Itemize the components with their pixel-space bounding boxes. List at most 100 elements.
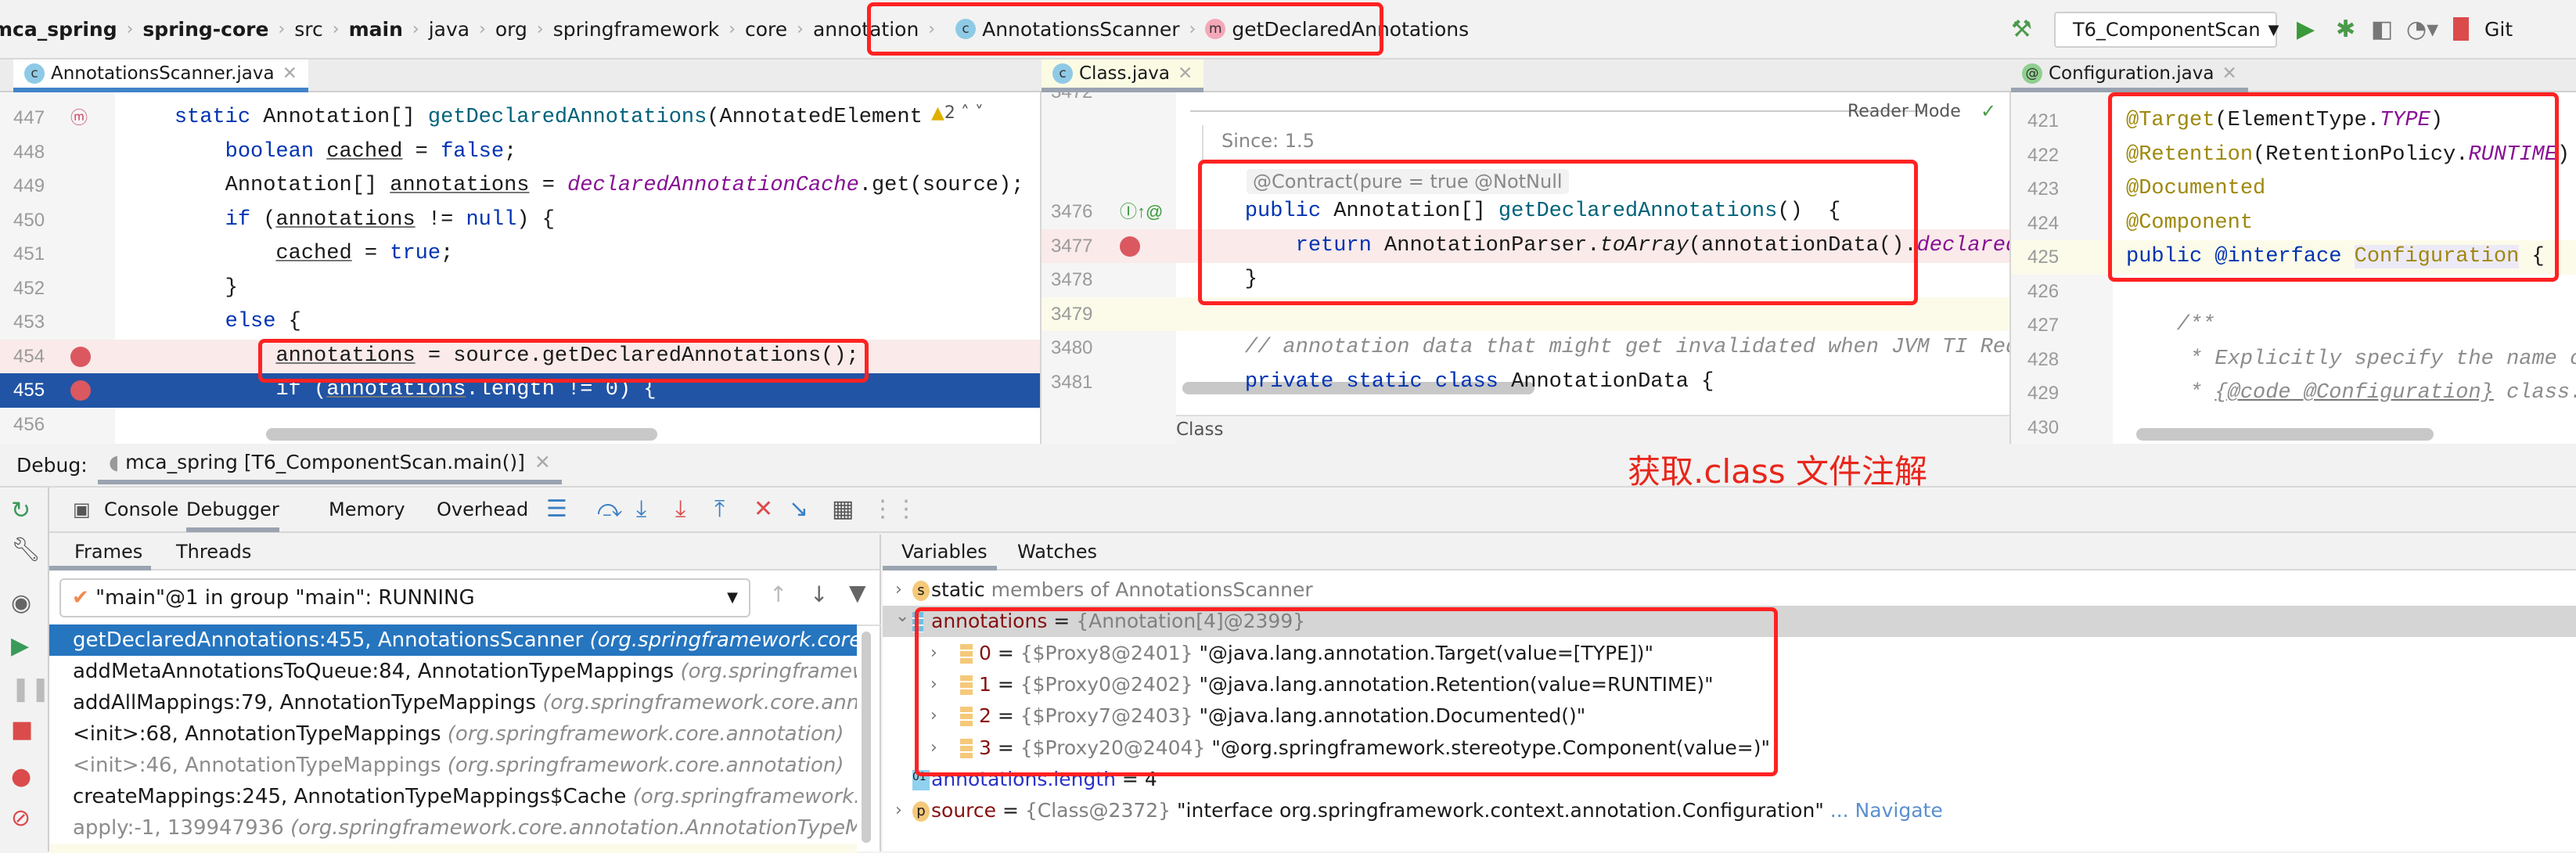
code-line[interactable]: 455 if (annotations.length != 0) {	[0, 373, 1040, 408]
code-line[interactable]: 422 @Retention(RetentionPolicy.RUNTIME)	[2011, 139, 2576, 173]
wrench-icon[interactable]: 🔧︎	[11, 536, 41, 563]
code-line[interactable]: 3476 Ⓘ↑@ public Annotation[] getDeclaredA…	[1042, 195, 2009, 229]
code-line[interactable]: 425 public @interface Configuration {	[2011, 240, 2576, 275]
show-execution-point-icon[interactable]: ☰	[546, 495, 567, 523]
frame-item[interactable]: <init>:68, AnnotationTypeMappings (org.s…	[49, 718, 857, 750]
close-icon[interactable]: ✕	[282, 63, 297, 84]
previous-frame-icon[interactable]: ↑	[769, 581, 787, 607]
breadcrumb-item[interactable]: spring-core	[142, 18, 268, 41]
pause-icon[interactable]: ❚❚	[11, 675, 50, 703]
breadcrumb-item[interactable]: core	[745, 18, 787, 41]
frame-item[interactable]: createMappings:245, AnnotationTypeMappin…	[49, 781, 857, 812]
breadcrumb-item[interactable]: org	[495, 18, 527, 41]
breadcrumb-item[interactable]: src	[294, 18, 323, 41]
rerun-icon[interactable]: ↻	[11, 497, 31, 524]
frame-item[interactable]: addAllMappings:79, AnnotationTypeMapping…	[49, 687, 857, 718]
tab-threads[interactable]: Threads	[176, 541, 251, 563]
view-eye-icon[interactable]: ◉	[11, 589, 31, 617]
implemented-method-icon[interactable]: Ⓘ↑@	[1120, 195, 1163, 229]
debug-session-tab[interactable]: ◖ mca_spring [T6_ComponentScan.main()] ✕	[98, 444, 562, 484]
build-hammer-icon[interactable]: ⚒	[2011, 14, 2032, 45]
force-step-into-icon[interactable]: ⤓	[675, 495, 685, 523]
breadcrumb-item[interactable]: annotation	[813, 18, 919, 41]
close-icon[interactable]: ✕	[534, 451, 551, 473]
stop-icon[interactable]: ■	[11, 716, 33, 743]
breadcrumb-item[interactable]: springframework	[553, 18, 719, 41]
drop-frame-icon[interactable]: ✕	[754, 495, 773, 523]
variable-row[interactable]: › 3 = {$Proxy20@2404} "@org.springframewo…	[883, 732, 2576, 764]
breadcrumb-method[interactable]: m getDeclaredAnnotations	[1205, 18, 1469, 41]
chevron-right-icon[interactable]: ›	[930, 732, 937, 764]
step-out-icon[interactable]: ⤒	[714, 495, 725, 523]
tab-variables[interactable]: Variables	[883, 534, 997, 570]
next-frame-icon[interactable]: ↓	[810, 581, 828, 607]
frame-item[interactable]: addMetaAnnotationsToQueue:84, Annotation…	[49, 656, 857, 687]
code-line[interactable]: 3481 private static class AnnotationData…	[1042, 365, 2009, 400]
editor-annotationsscanner[interactable]: ▲2 ˄ ˅ 447 ⓜ static Annotation[] getDecla…	[0, 92, 1042, 444]
code-line[interactable]: 3478 }	[1042, 263, 2009, 297]
code-line[interactable]: 452 }	[0, 272, 1040, 306]
step-into-icon[interactable]: ⤓	[636, 495, 646, 523]
breadcrumb-class[interactable]: c AnnotationsScanner	[955, 18, 1180, 41]
evaluate-expression-icon[interactable]: ▦	[832, 495, 854, 523]
breakpoint-icon[interactable]	[70, 380, 91, 401]
trace-icon[interactable]: ⋮⋮	[871, 495, 918, 523]
view-breakpoints-icon[interactable]: ●	[11, 763, 31, 790]
frame-item[interactable]: apply:-1, 139947936 (org.springframework…	[49, 812, 857, 844]
code-line[interactable]: 447 ⓜ static Annotation[] getDeclaredAnno…	[0, 101, 1040, 135]
code-line[interactable]: 427 /**	[2011, 308, 2576, 343]
vertical-scrollbar[interactable]	[862, 632, 871, 843]
frame-item[interactable]: <init>:46, AnnotationTypeMappings (org.s…	[49, 750, 857, 781]
tab-overhead[interactable]: Overhead	[437, 498, 528, 520]
debug-bug-icon[interactable]: ✱	[2336, 14, 2355, 45]
tab-debugger[interactable]: Debugger	[186, 498, 279, 532]
code-line[interactable]: 3477 return AnnotationParser.toArray(ann…	[1042, 229, 2009, 263]
code-line[interactable]: 3479	[1042, 297, 2009, 331]
code-line[interactable]: 449 Annotation[] annotations = declaredA…	[0, 169, 1040, 203]
tab-configuration[interactable]: @ Configuration.java ✕	[2011, 59, 2248, 92]
breadcrumb-class-status[interactable]: Class	[1176, 419, 1224, 440]
editor-class[interactable]: 3472 Reader Mode ✓ Since: 1.5 @Contract(…	[1042, 92, 2011, 444]
git-menu[interactable]: Git	[2484, 14, 2513, 45]
close-icon[interactable]: ✕	[1178, 63, 1193, 84]
chevron-right-icon[interactable]: ›	[930, 669, 937, 700]
variable-row[interactable]: › 1 = {$Proxy0@2402} "@java.lang.annotati…	[883, 669, 2576, 700]
chevron-right-icon[interactable]: ›	[895, 795, 902, 826]
chevron-right-icon[interactable]: ›	[930, 638, 937, 669]
chevron-down-icon[interactable]: ⌄	[895, 601, 909, 632]
step-over-icon[interactable]: ⤼	[597, 495, 622, 523]
code-line[interactable]: 448 boolean cached = false;	[0, 135, 1040, 170]
mute-breakpoints-icon[interactable]: ⊘	[11, 804, 31, 832]
breadcrumb-item[interactable]: mca_spring	[0, 18, 117, 41]
code-line[interactable]: 450 if (annotations != null) {	[0, 203, 1040, 238]
variable-row[interactable]: ⌄ annotations = {Annotation[4]@2399}	[883, 606, 2576, 638]
tab-class[interactable]: c Class.java ✕	[1042, 59, 1204, 92]
frame-item[interactable]: getDeclaredAnnotations:455, AnnotationsS…	[49, 624, 857, 656]
breakpoint-icon[interactable]	[1120, 236, 1140, 257]
tab-frames[interactable]: Frames	[49, 534, 151, 570]
code-line[interactable]: 428 * Explicitly specify the name of the…	[2011, 343, 2576, 377]
tab-watches[interactable]: Watches	[1017, 541, 1097, 563]
navigate-link[interactable]: ... Navigate	[1824, 799, 1943, 822]
variable-row[interactable]: › p source = {Class@2372} "interface org.s…	[883, 795, 2576, 826]
coverage-icon[interactable]: ◧	[2371, 14, 2393, 45]
run-configuration-dropdown[interactable]: T6_ComponentScan ▼	[2054, 12, 2279, 48]
variable-row[interactable]: › s static members of AnnotationsScanner	[883, 574, 2576, 606]
editor-configuration[interactable]: 421 @Target(ElementType.TYPE) 422 @Retentio…	[2011, 92, 2576, 444]
breadcrumb-item[interactable]: main	[349, 18, 403, 41]
reader-mode-toggle[interactable]: Reader Mode	[1847, 102, 1961, 121]
overrides-method-icon[interactable]: ⓜ	[70, 101, 88, 135]
code-line[interactable]: 454 annotations = source.getDeclaredAnno…	[0, 339, 1040, 373]
breadcrumb-item[interactable]: java	[429, 18, 470, 41]
profile-icon[interactable]: ◔▾	[2406, 14, 2438, 45]
code-line[interactable]: 426	[2011, 275, 2576, 309]
variable-row[interactable]: › 0 = {$Proxy8@2401} "@java.lang.annotati…	[883, 638, 2576, 669]
resume-icon[interactable]: ▶	[11, 632, 29, 660]
code-line[interactable]: 456	[0, 408, 1040, 442]
tab-annotationsscanner[interactable]: c AnnotationsScanner.java ✕	[13, 59, 308, 92]
variable-row[interactable]: › 2 = {$Proxy7@2403} "@java.lang.annotati…	[883, 700, 2576, 732]
code-line[interactable]: 453 else {	[0, 305, 1040, 340]
code-line[interactable]: 430	[2011, 411, 2576, 444]
chevron-right-icon[interactable]: ›	[930, 700, 937, 732]
code-line[interactable]: 424 @Component	[2011, 207, 2576, 241]
